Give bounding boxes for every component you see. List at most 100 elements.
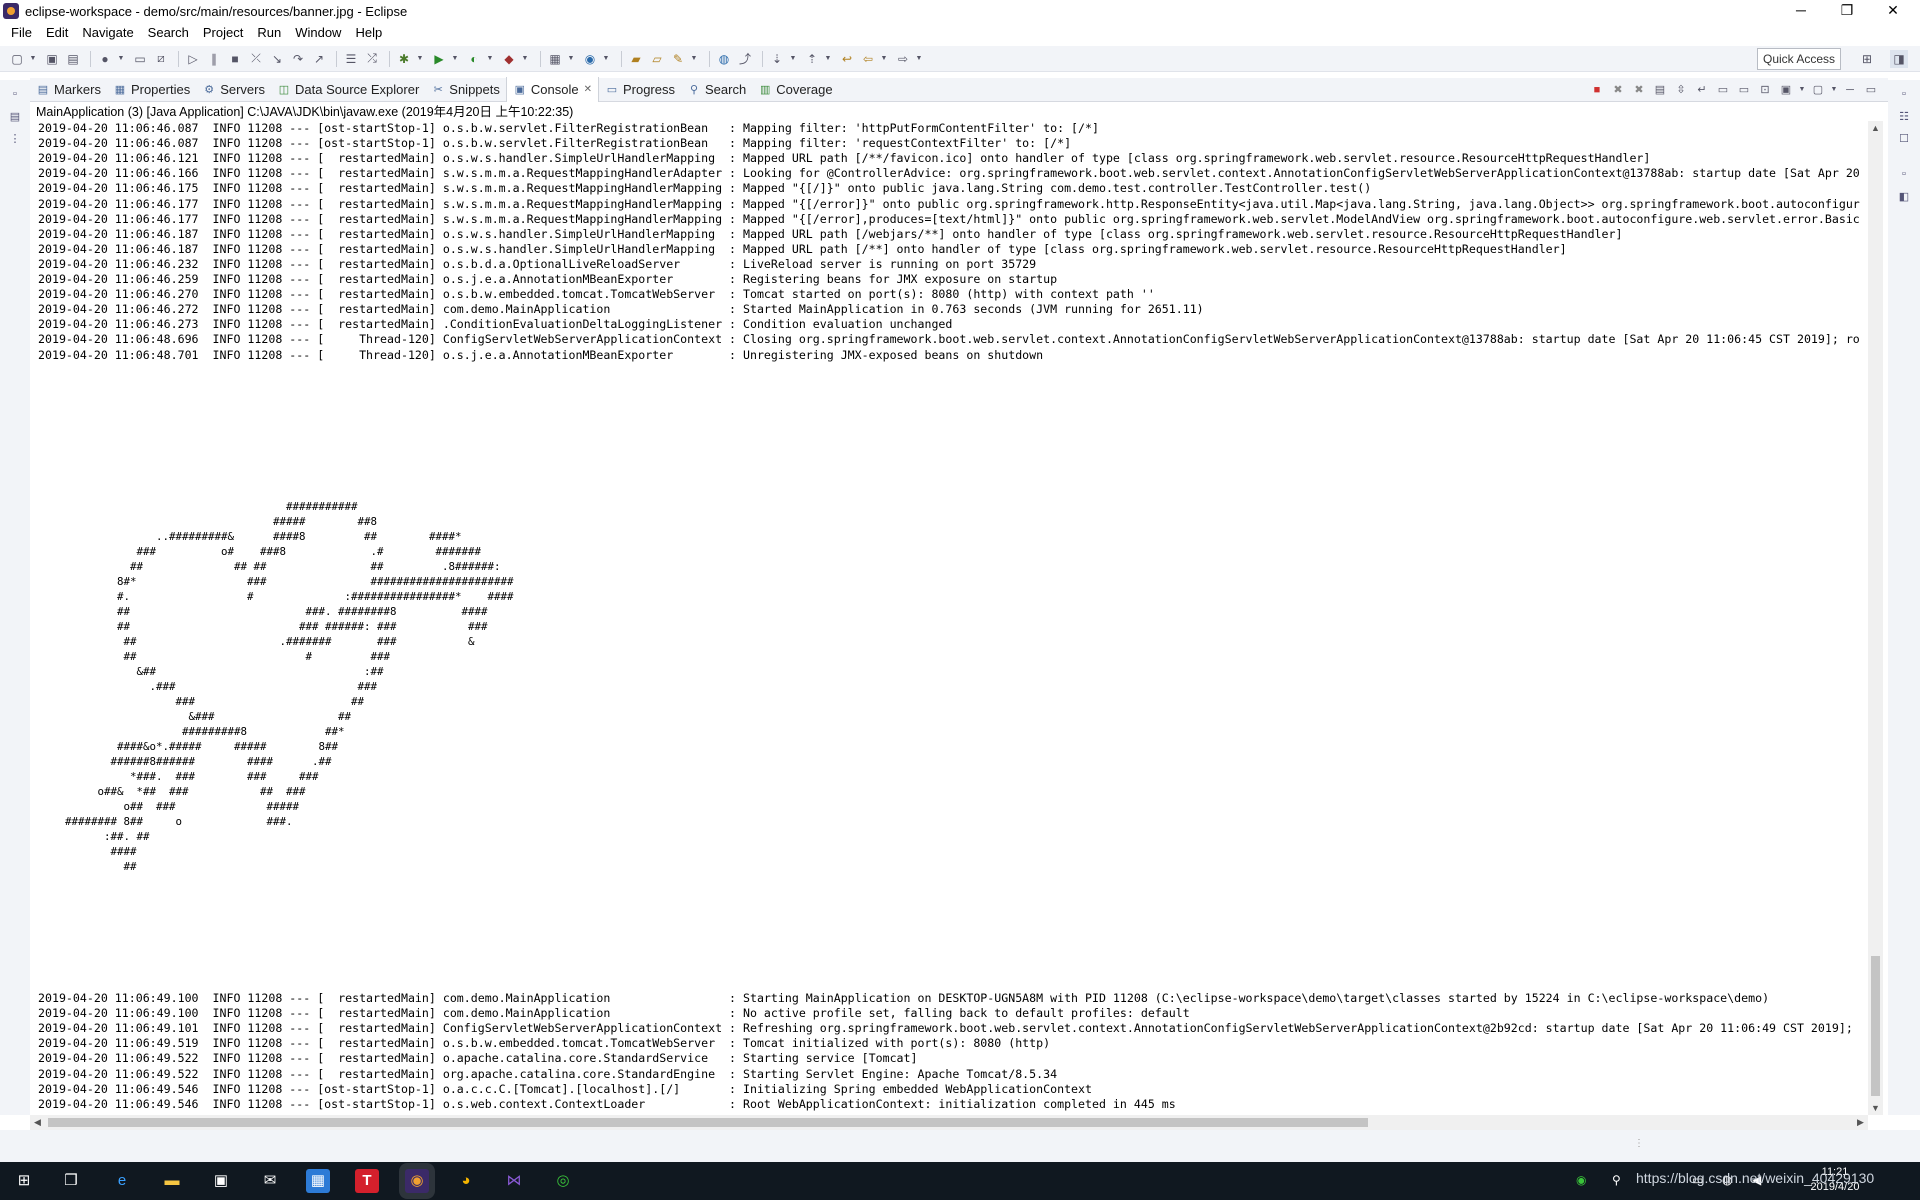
remove-launch-icon[interactable]: ✖ [1609, 81, 1627, 99]
tab-data-source-explorer[interactable]: ◫ Data Source Explorer [271, 78, 425, 102]
vertical-scrollbar[interactable]: ▲ ▼ [1868, 121, 1883, 1115]
previous-annotation-icon[interactable]: ⇡ [803, 50, 821, 68]
tab-markers[interactable]: ▤ Markers [30, 78, 107, 102]
tray-app-icon[interactable]: ◉ [1576, 1173, 1586, 1189]
visual-studio-icon[interactable]: ⋈ [502, 1169, 526, 1193]
word-wrap-icon[interactable]: ↵ [1693, 81, 1711, 99]
open-type-icon[interactable]: ▰ [627, 50, 645, 68]
menu-window[interactable]: Window [288, 22, 348, 44]
type-hierarchy-icon[interactable]: ⋮ [7, 132, 23, 148]
minimize-view-icon[interactable]: ─ [1841, 81, 1859, 99]
maximize-button[interactable]: ❐ [1824, 0, 1870, 22]
terminal-icon[interactable]: ▭ [131, 50, 149, 68]
user-icon[interactable]: ⚲ [1612, 1173, 1621, 1189]
task-view-icon[interactable]: ❒ [59, 1169, 83, 1193]
new-server-icon[interactable]: ▦ [546, 50, 564, 68]
forward-icon[interactable]: ⇨ [894, 50, 912, 68]
step-into-icon[interactable]: ↘ [268, 50, 286, 68]
new-icon[interactable]: ▢ [8, 50, 26, 68]
scroll-up-icon[interactable]: ▲ [1868, 121, 1883, 135]
open-task-icon[interactable]: ▱ [648, 50, 666, 68]
scroll-lock-icon[interactable]: ⇳ [1672, 81, 1690, 99]
menu-project[interactable]: Project [196, 22, 250, 44]
open-console-icon[interactable]: ▢ [1809, 81, 1827, 99]
publish-icon[interactable]: ● [96, 50, 114, 68]
menu-run[interactable]: Run [250, 22, 288, 44]
close-tab-icon[interactable]: ✕ [584, 84, 592, 95]
step-over-icon[interactable]: ↷ [289, 50, 307, 68]
mail-icon[interactable]: ✉ [258, 1169, 282, 1193]
forward-dropdown-icon[interactable]: ▼ [915, 50, 923, 68]
java-ee-perspective-icon[interactable]: ◨ [1890, 50, 1908, 68]
coverage-dropdown-icon[interactable]: ▼ [486, 50, 494, 68]
back-icon[interactable]: ⇦ [859, 50, 877, 68]
previous-annotation-dropdown-icon[interactable]: ▼ [824, 50, 832, 68]
external-tools-dropdown-icon[interactable]: ▼ [521, 50, 529, 68]
tab-progress[interactable]: ▭ Progress [599, 78, 681, 102]
tab-coverage[interactable]: ▥ Coverage [752, 78, 838, 102]
debug-dropdown-icon[interactable]: ▼ [416, 50, 424, 68]
horizontal-scroll-thumb[interactable] [48, 1118, 1368, 1127]
tab-snippets[interactable]: ✂ Snippets [425, 78, 506, 102]
menu-file[interactable]: File [4, 22, 39, 44]
new-class-dropdown-icon[interactable]: ▼ [602, 50, 610, 68]
edge-icon[interactable]: e [110, 1169, 134, 1193]
tab-properties[interactable]: ▦ Properties [107, 78, 196, 102]
file-explorer-icon[interactable]: ▬ [160, 1169, 184, 1193]
tab-servers[interactable]: ⚙ Servers [196, 78, 271, 102]
outline-icon[interactable]: ☷ [1896, 110, 1912, 126]
debug-icon[interactable]: ✱ [395, 50, 413, 68]
remove-all-terminated-icon[interactable]: ✖ [1630, 81, 1648, 99]
step-return-icon[interactable]: ↗ [310, 50, 328, 68]
external-tools-icon[interactable]: ◆ [500, 50, 518, 68]
open-console-dropdown-icon[interactable]: ▼ [1830, 81, 1838, 99]
save-all-icon[interactable]: ▤ [64, 50, 82, 68]
next-annotation-dropdown-icon[interactable]: ▼ [789, 50, 797, 68]
pin-console-icon[interactable]: ⊡ [1756, 81, 1774, 99]
maximize-view-icon[interactable]: ▭ [1862, 81, 1880, 99]
restore-right-icon[interactable]: ▫ [1896, 88, 1912, 104]
scroll-left-icon[interactable]: ◀ [30, 1115, 45, 1130]
resume-icon[interactable]: ▷ [184, 50, 202, 68]
wechat-icon[interactable]: ◎ [551, 1169, 575, 1193]
run-icon[interactable]: ▶ [430, 50, 448, 68]
horizontal-scrollbar[interactable]: ◀ ▶ [30, 1115, 1868, 1130]
menu-search[interactable]: Search [141, 22, 196, 44]
publish-dropdown-icon[interactable]: ▼ [117, 50, 125, 68]
annotate-icon[interactable]: ⤴ [736, 50, 754, 68]
last-edit-location-icon[interactable]: ↩ [838, 50, 856, 68]
scroll-right-icon[interactable]: ▶ [1853, 1115, 1868, 1130]
new-dropdown-icon[interactable]: ▼ [29, 50, 37, 68]
new-server-dropdown-icon[interactable]: ▼ [567, 50, 575, 68]
vertical-scroll-thumb[interactable] [1871, 956, 1880, 1096]
open-perspective-icon[interactable]: ⊞ [1858, 50, 1876, 68]
console-output[interactable]: 2019-04-20 11:06:46.087 INFO 11208 --- [… [30, 121, 1868, 1115]
quick-access-field[interactable]: Quick Access [1757, 48, 1841, 70]
terminate-icon[interactable]: ■ [1588, 81, 1606, 99]
use-step-filters-icon[interactable]: ⤮ [363, 50, 381, 68]
search-dropdown-icon[interactable]: ▼ [690, 50, 698, 68]
scroll-down-icon[interactable]: ▼ [1868, 1101, 1883, 1115]
show-on-stdout-icon[interactable]: ▭ [1714, 81, 1732, 99]
run-dropdown-icon[interactable]: ▼ [451, 50, 459, 68]
suspend-icon[interactable]: ∥ [205, 50, 223, 68]
search-toolbar-icon[interactable]: ✎ [669, 50, 687, 68]
palette-icon[interactable]: ◧ [1896, 190, 1912, 206]
coverage-run-icon[interactable]: ◐ [465, 50, 483, 68]
web-browser-icon[interactable]: ◍ [715, 50, 733, 68]
drop-to-frame-icon[interactable]: ☰ [342, 50, 360, 68]
store-icon[interactable]: ▣ [209, 1169, 233, 1193]
disconnect-icon[interactable]: ⤫ [247, 50, 265, 68]
show-on-stderr-icon[interactable]: ▭ [1735, 81, 1753, 99]
app-icon-red[interactable]: T [355, 1169, 379, 1193]
start-button-icon[interactable]: ⊞ [12, 1169, 36, 1193]
clear-console-icon[interactable]: ▤ [1651, 81, 1669, 99]
menu-help[interactable]: Help [348, 22, 389, 44]
next-annotation-icon[interactable]: ⇣ [768, 50, 786, 68]
terminate-icon[interactable]: ■ [226, 50, 244, 68]
project-explorer-icon[interactable]: ▤ [7, 110, 23, 126]
restore-icon[interactable]: ▫ [7, 88, 23, 104]
tab-search[interactable]: ⚲ Search [681, 78, 752, 102]
chrome-icon[interactable]: ◕ [454, 1169, 478, 1193]
menu-edit[interactable]: Edit [39, 22, 75, 44]
